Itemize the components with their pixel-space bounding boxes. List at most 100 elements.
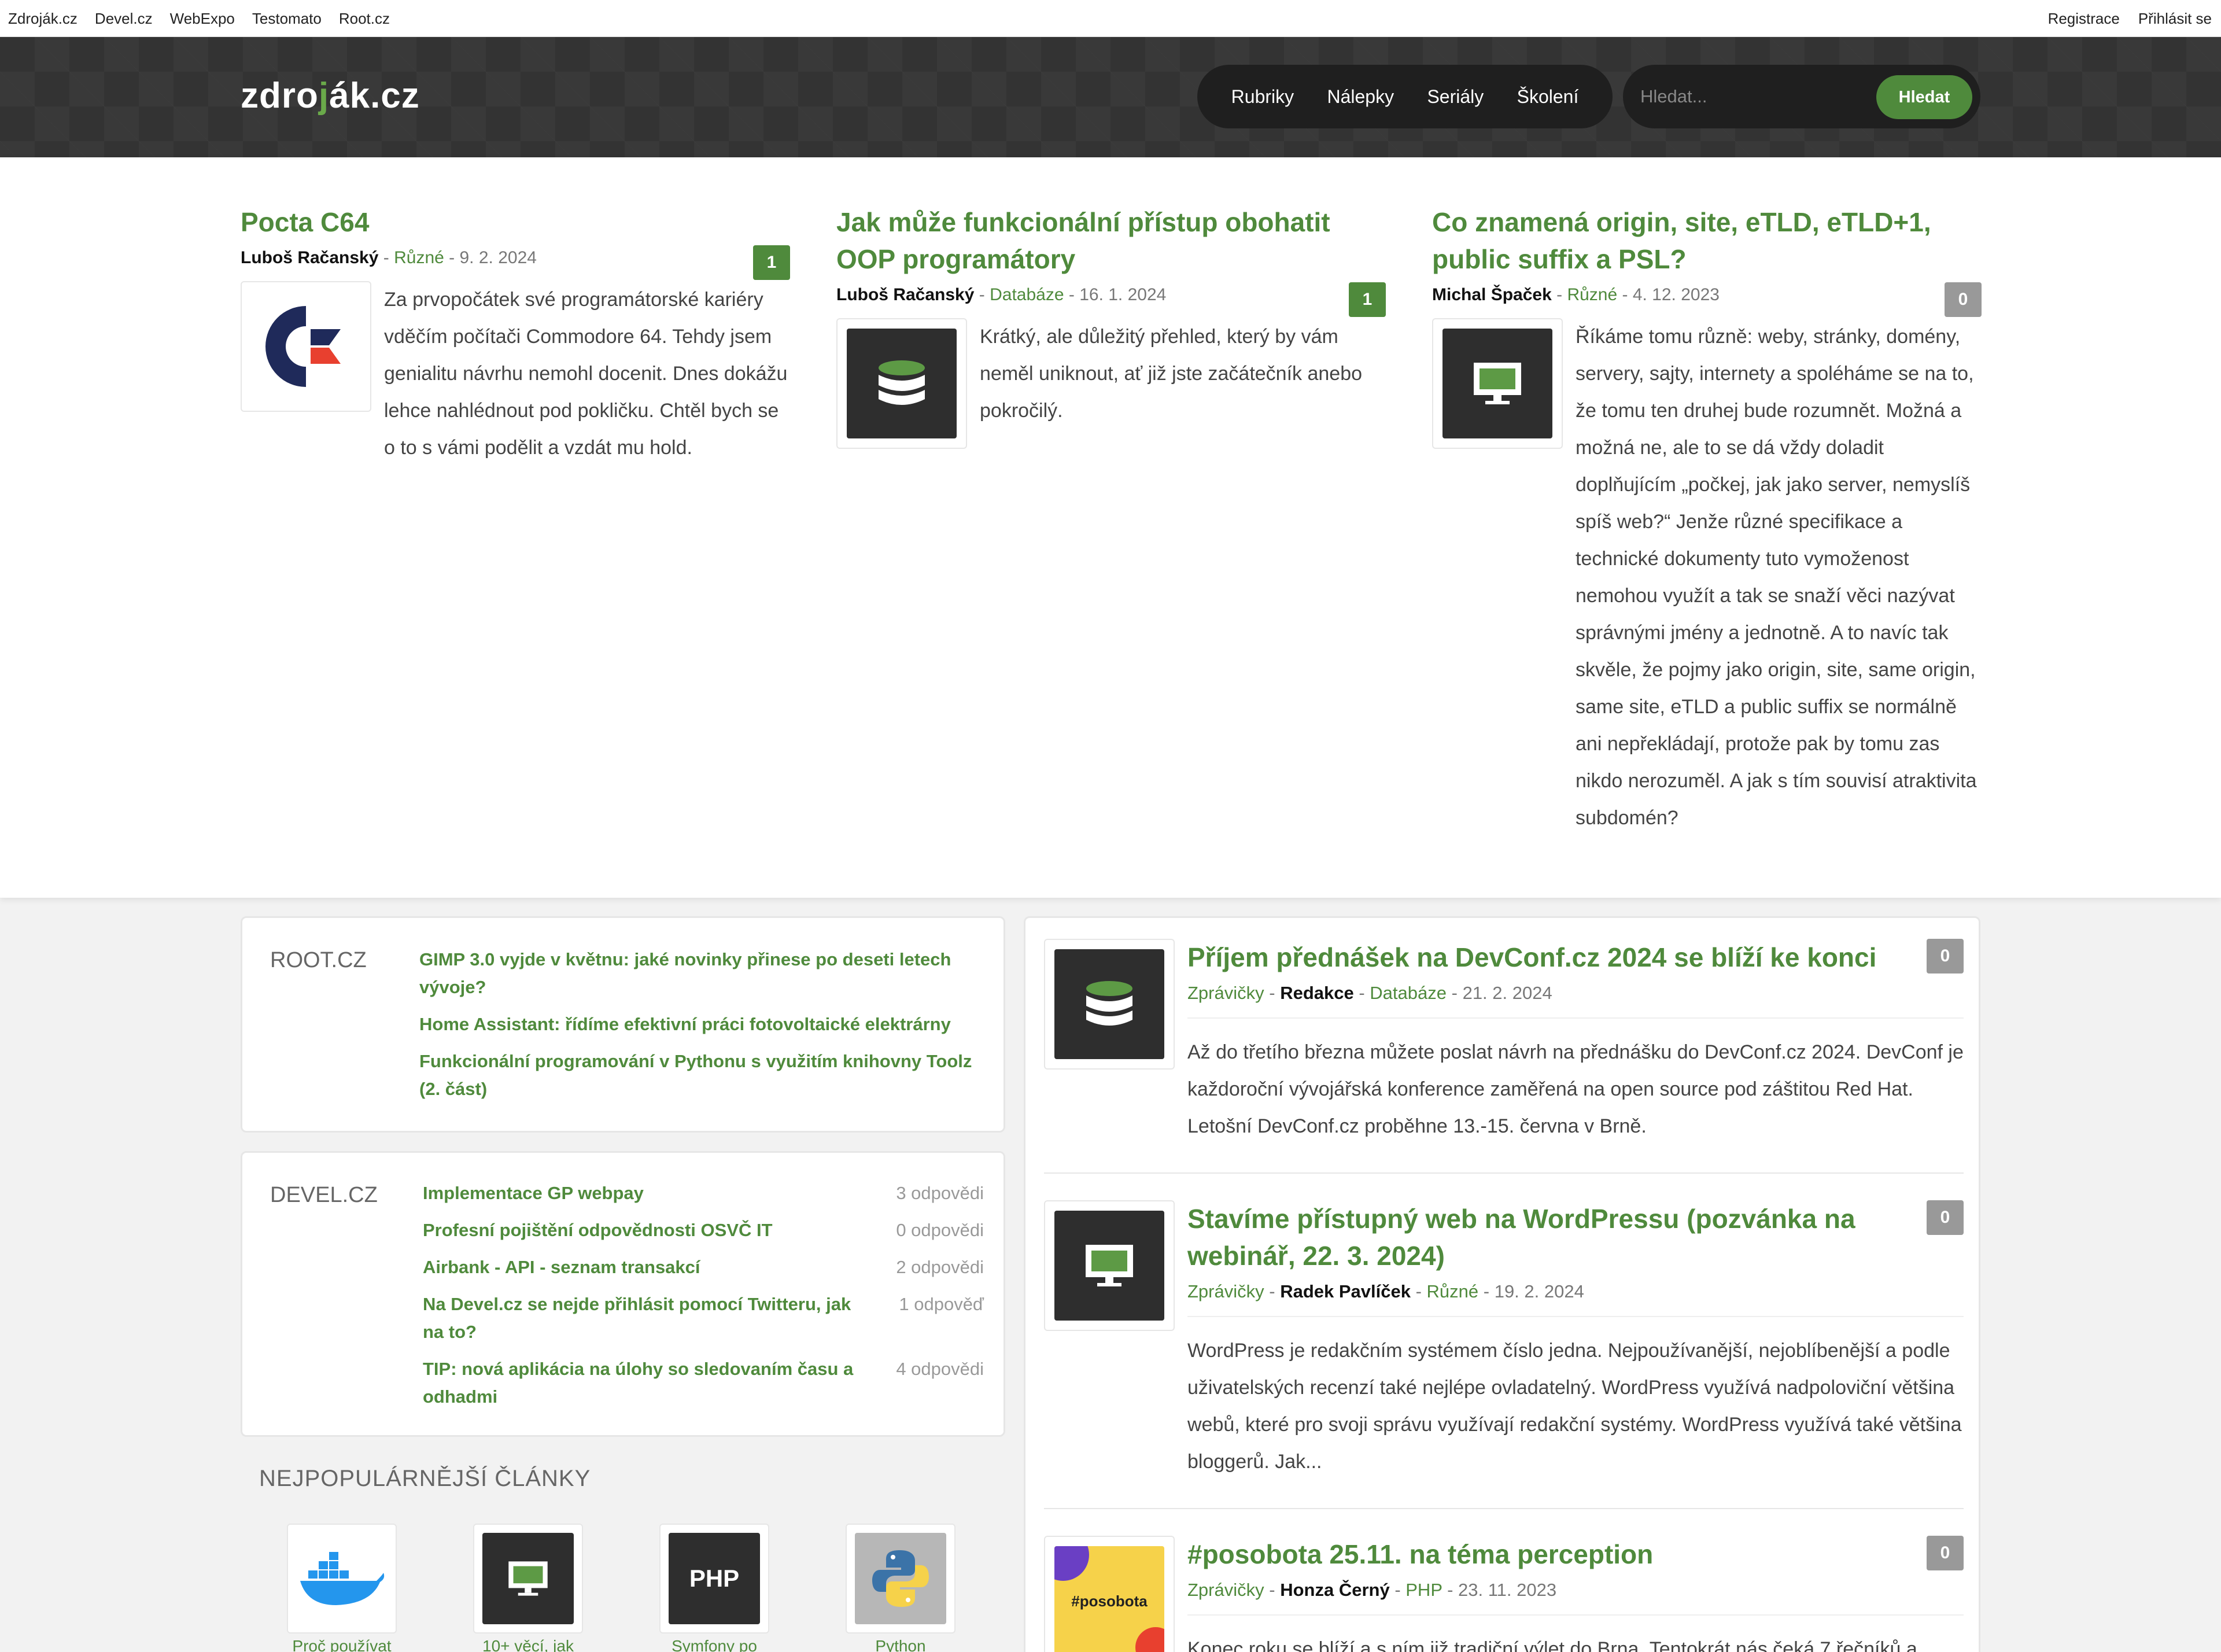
article-type[interactable]: Zprávičky [1187, 1580, 1264, 1600]
comment-count-badge[interactable]: 0 [1927, 939, 1964, 974]
network-link-webexpo[interactable]: WebExpo [170, 10, 235, 28]
comment-count-badge[interactable]: 1 [1349, 282, 1386, 317]
article-author[interactable]: Radek Pavlíček [1280, 1281, 1411, 1301]
forum-thread-title[interactable]: Implementace GP webpay [423, 1179, 874, 1207]
article-author[interactable]: Luboš Račanský [241, 248, 378, 267]
forum-thread-title[interactable]: Airbank - API - seznam transakcí [423, 1253, 874, 1281]
svg-text:PHP: PHP [689, 1565, 739, 1592]
list-item: TIP: nová aplikácia na úlohy so sledovan… [423, 1355, 984, 1411]
article-type[interactable]: Zprávičky [1187, 1281, 1264, 1301]
popular-article[interactable]: Proč používat [287, 1524, 397, 1652]
list-item: Profesní pojištění odpovědnosti OSVČ IT … [423, 1216, 984, 1244]
popular-article-caption: Python [875, 1637, 926, 1652]
list-item[interactable]: GIMP 3.0 vyjde v květnu: jaké novinky př… [419, 946, 992, 1001]
nav-serialy[interactable]: Seriály [1427, 86, 1484, 108]
comment-count-badge[interactable]: 0 [1945, 282, 1982, 317]
search-button[interactable]: Hledat [1876, 75, 1972, 119]
article-thumbnail[interactable] [1044, 1200, 1175, 1331]
comment-count-badge[interactable]: 0 [1927, 1200, 1964, 1235]
forum-thread-title[interactable]: Na Devel.cz se nejde přihlásit pomocí Tw… [423, 1290, 874, 1346]
logo-text-j: j [318, 76, 330, 116]
reply-count: 3 odpovědi [896, 1183, 984, 1203]
article-author[interactable]: Redakce [1280, 983, 1354, 1003]
popular-article[interactable]: 10+ věcí, jak AI [473, 1524, 583, 1652]
article-date: 21. 2. 2024 [1462, 983, 1552, 1003]
article-date: 19. 2. 2024 [1494, 1281, 1584, 1301]
featured-article-perex: Za prvopočátek své programátorské kariér… [384, 289, 788, 459]
article-author[interactable]: Michal Špaček [1432, 285, 1552, 304]
meta-separator: - [1415, 1281, 1427, 1301]
network-link-zdrojak[interactable]: Zdroják.cz [8, 10, 78, 28]
thumbnail-background: PHP [669, 1533, 760, 1624]
popular-article[interactable]: Python [846, 1524, 955, 1652]
network-link-root[interactable]: Root.cz [339, 10, 390, 28]
comment-count-badge[interactable]: 1 [753, 245, 790, 280]
featured-article-title[interactable]: Pocta C64 [241, 204, 790, 241]
devel-forum-list: Implementace GP webpay 3 odpovědi Profes… [423, 1179, 984, 1420]
article-content: #posobota 25.11. na téma perception Zprá… [1187, 1536, 1964, 1652]
thumbnail-background [482, 1533, 574, 1624]
docker-icon [300, 1552, 385, 1605]
article-author[interactable]: Honza Černý [1280, 1580, 1389, 1600]
meta-separator: - [1483, 1281, 1495, 1301]
forum-thread-title[interactable]: Profesní pojištění odpovědnosti OSVČ IT [423, 1216, 874, 1244]
nav-nalepky[interactable]: Nálepky [1327, 86, 1394, 108]
article-thumbnail[interactable] [836, 318, 967, 449]
search-box: Hledat [1623, 65, 1980, 128]
meta-separator: - [1269, 1281, 1281, 1301]
popular-article-caption: Symfony po [672, 1637, 757, 1652]
article-thumbnail[interactable] [241, 281, 371, 412]
comment-count-badge[interactable]: 0 [1927, 1536, 1964, 1570]
divider [1044, 1508, 1964, 1509]
article-date: 4. 12. 2023 [1632, 285, 1720, 304]
list-item[interactable]: Funkcionální programování v Pythonu s vy… [419, 1048, 992, 1103]
monitor-icon [1086, 1245, 1133, 1286]
article-type[interactable]: Zprávičky [1187, 983, 1264, 1003]
article-thumbnail [846, 1524, 955, 1633]
meta-separator: - [979, 285, 990, 304]
article-title[interactable]: Stavíme přístupný web na WordPressu (poz… [1187, 1200, 1964, 1274]
thumbnail-background [847, 329, 957, 438]
article-perex: Až do třetího března můžete poslat návrh… [1187, 1041, 1964, 1137]
forum-thread-title[interactable]: TIP: nová aplikácia na úlohy so sledovan… [423, 1355, 874, 1411]
thumbnail-background [1054, 949, 1164, 1059]
article-thumbnail [287, 1524, 397, 1633]
root-news-panel: ROOT.CZ GIMP 3.0 vyjde v květnu: jaké no… [241, 916, 1005, 1133]
featured-article: Pocta C64 Luboš Račanský - Různé - 9. 2.… [241, 204, 790, 466]
nav-skoleni[interactable]: Školení [1517, 86, 1579, 108]
meta-separator: - [1622, 285, 1633, 304]
article-content: Příjem přednášek na DevConf.cz 2024 se b… [1187, 939, 1964, 1145]
article-category[interactable]: Databáze [1370, 983, 1447, 1003]
article-category[interactable]: PHP [1405, 1580, 1442, 1600]
featured-article-body: Krátký, ale důležitý přehled, který by v… [836, 318, 1386, 449]
article-category[interactable]: Databáze [990, 285, 1064, 304]
article-thumbnail[interactable] [1432, 318, 1563, 449]
thumbnail-caption: #posobota [1071, 1592, 1148, 1610]
search-input[interactable] [1640, 82, 1860, 111]
article-title[interactable]: #posobota 25.11. na téma perception [1187, 1536, 1964, 1573]
featured-article-title[interactable]: Co znamená origin, site, eTLD, eTLD+1, p… [1432, 204, 1982, 278]
list-item: Airbank - API - seznam transakcí 2 odpov… [423, 1253, 984, 1281]
php-icon: PHP [689, 1565, 739, 1592]
popular-article[interactable]: PHP Symfony po [659, 1524, 769, 1652]
article-author[interactable]: Luboš Račanský [836, 285, 974, 304]
article-meta: Zprávičky - Honza Černý - PHP - 23. 11. … [1187, 1577, 1964, 1616]
article-category[interactable]: Různé [1427, 1281, 1479, 1301]
nav-rubriky[interactable]: Rubriky [1231, 86, 1294, 108]
devel-forum-panel: DEVEL.CZ Implementace GP webpay 3 odpově… [241, 1151, 1005, 1437]
login-link[interactable]: Přihlásit se [2138, 10, 2212, 28]
article-title[interactable]: Příjem přednášek na DevConf.cz 2024 se b… [1187, 939, 1964, 976]
logo-text-left: zdro [241, 76, 319, 116]
list-item[interactable]: Home Assistant: řídíme efektivní práci f… [419, 1011, 992, 1038]
register-link[interactable]: Registrace [2048, 10, 2120, 28]
site-logo[interactable]: zdroják.cz [241, 75, 420, 116]
featured-article-title[interactable]: Jak může funkcionální přístup obohatit O… [836, 204, 1386, 278]
featured-article-perex: Krátký, ale důležitý přehled, který by v… [980, 326, 1363, 422]
network-link-devel[interactable]: Devel.cz [95, 10, 153, 28]
network-link-testomato[interactable]: Testomato [252, 10, 322, 28]
article-thumbnail[interactable]: #posobota [1044, 1536, 1175, 1652]
article-category[interactable]: Různé [394, 248, 444, 267]
divider [1044, 1172, 1964, 1174]
article-thumbnail[interactable] [1044, 939, 1175, 1070]
article-category[interactable]: Různé [1567, 285, 1617, 304]
